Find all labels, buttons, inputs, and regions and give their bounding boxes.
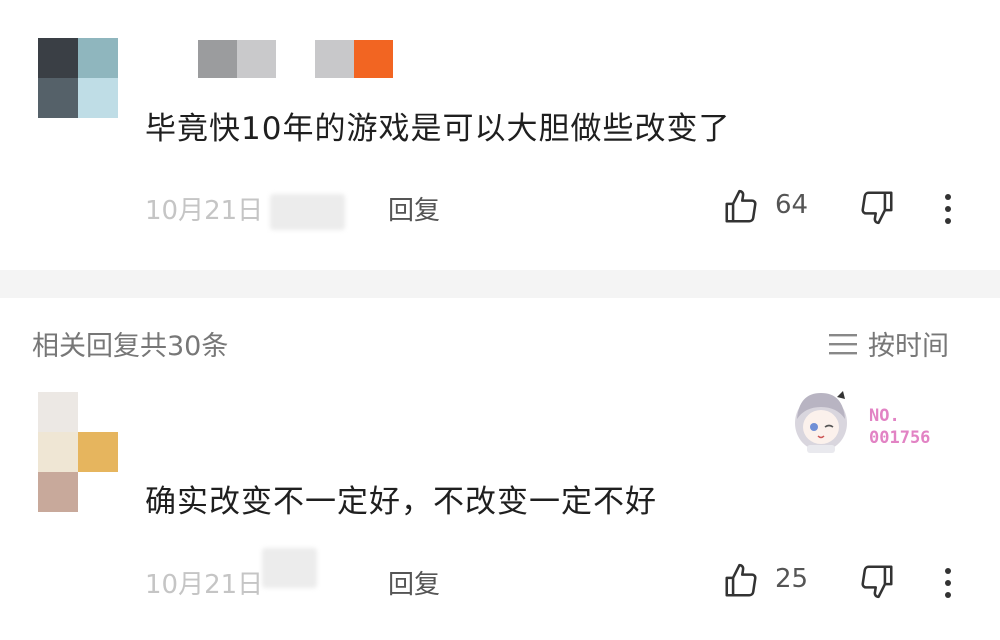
reply-button[interactable]: 回复 — [388, 564, 440, 601]
badge-number: NO. 001756 — [869, 405, 930, 449]
related-replies-title: 相关回复共30条 — [32, 331, 229, 362]
badge-number-value: 001756 — [869, 428, 931, 448]
comment-date: 10月21日 — [145, 196, 264, 226]
reply-button[interactable]: 回复 — [388, 190, 440, 227]
more-options-icon[interactable] — [938, 192, 958, 226]
thumbs-up-icon[interactable] — [722, 188, 760, 226]
like-count: 64 — [775, 190, 809, 220]
sort-toggle[interactable]: 按时间 — [828, 324, 949, 363]
avatar[interactable] — [38, 392, 118, 512]
fan-medal-badge[interactable]: NO. 001756 — [785, 385, 965, 465]
like-count: 25 — [775, 564, 809, 594]
thumbs-up-icon[interactable] — [722, 562, 760, 600]
more-options-icon[interactable] — [938, 566, 958, 600]
location-censored — [262, 548, 317, 588]
thumbs-down-icon[interactable] — [858, 188, 896, 226]
comment-text: 确实改变不一定好，不改变一定不好 — [145, 484, 657, 520]
comment-text: 毕竟快10年的游戏是可以大胆做些改变了 — [145, 111, 731, 147]
avatar[interactable] — [38, 38, 118, 118]
sort-label: 按时间 — [868, 331, 949, 362]
section-divider — [0, 270, 1000, 298]
comment-item: 毕竟快10年的游戏是可以大胆做些改变了 10月21日 回复 64 — [0, 0, 1000, 270]
badge-number-prefix: NO. — [869, 406, 900, 426]
location-censored — [270, 194, 345, 230]
comment-item: NO. 001756 确实改变不一定好，不改变一定不好 10月21日 回复 25 — [0, 370, 1000, 640]
comment-date: 10月21日 — [145, 570, 264, 600]
thumbs-down-icon[interactable] — [858, 562, 896, 600]
anime-character-icon — [795, 391, 847, 453]
menu-lines-icon — [829, 333, 857, 354]
related-replies-bar: 相关回复共30条 按时间 — [0, 320, 1000, 368]
